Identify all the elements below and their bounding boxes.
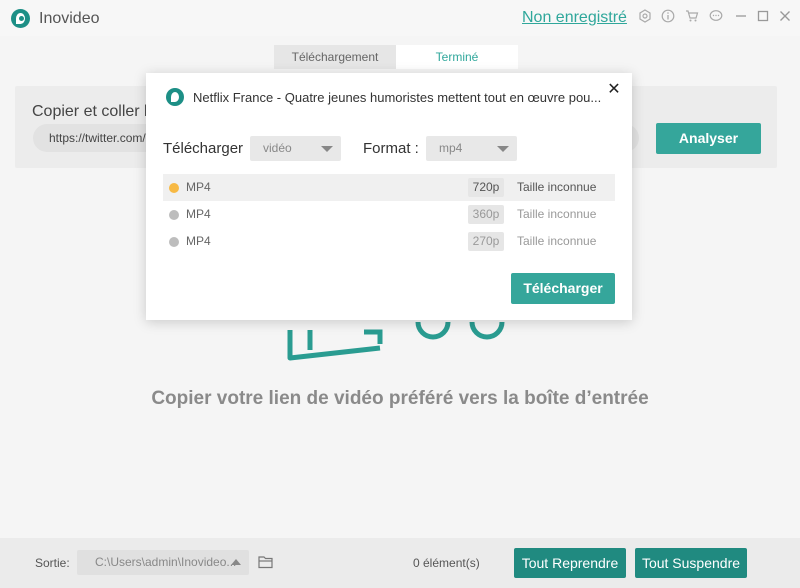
empty-state-message: Copier votre lien de vidéo préféré vers …	[151, 388, 649, 409]
option-resolution: 360p	[468, 205, 504, 224]
option-format: MP4	[186, 234, 211, 248]
folder-icon[interactable]	[258, 555, 274, 569]
quality-option[interactable]: MP4 360p Taille inconnue	[163, 201, 615, 228]
resume-all-button[interactable]: Tout Reprendre	[514, 548, 626, 578]
quality-option[interactable]: MP4 270p Taille inconnue	[163, 228, 615, 255]
option-resolution: 270p	[468, 232, 504, 251]
download-type-value: vidéo	[263, 141, 292, 155]
bottom-bar: Sortie: C:\Users\admin\Inovideo... 0 élé…	[0, 538, 800, 588]
dialog-logo-icon	[166, 88, 184, 106]
dialog-download-button[interactable]: Télécharger	[511, 273, 615, 304]
title-bar: Inovideo Non enregistré	[0, 0, 800, 36]
option-format: MP4	[186, 207, 211, 221]
info-icon[interactable]	[661, 9, 675, 23]
radio-dot-icon	[169, 237, 179, 247]
triangle-up-icon	[231, 559, 241, 565]
main-tabs: Téléchargement Terminé	[274, 45, 518, 69]
quality-options-list: MP4 720p Taille inconnue MP4 360p Taille…	[163, 174, 615, 255]
option-size: Taille inconnue	[517, 207, 597, 221]
app-logo-icon	[11, 9, 30, 28]
radio-dot-icon	[169, 183, 179, 193]
minimize-icon[interactable]	[734, 9, 748, 23]
format-value: mp4	[439, 141, 463, 155]
close-icon[interactable]	[778, 9, 792, 23]
quality-option[interactable]: MP4 720p Taille inconnue	[163, 174, 615, 201]
chat-icon[interactable]	[709, 9, 723, 23]
analyze-button[interactable]: Analyser	[656, 123, 761, 154]
dialog-title: Netflix France - Quatre jeunes humoriste…	[193, 90, 602, 105]
chevron-down-icon	[497, 146, 509, 152]
format-label: Format :	[363, 140, 419, 157]
settings-icon[interactable]	[638, 9, 652, 23]
suspend-all-button[interactable]: Tout Suspendre	[635, 548, 747, 578]
download-type-select[interactable]: vidéo	[250, 136, 341, 161]
app-title: Inovideo	[39, 10, 100, 27]
unregistered-link[interactable]: Non enregistré	[522, 9, 627, 27]
option-format: MP4	[186, 180, 211, 194]
tab-finished[interactable]: Terminé	[396, 45, 518, 69]
download-dialog: Netflix France - Quatre jeunes humoriste…	[146, 73, 632, 320]
option-resolution: 720p	[468, 178, 504, 197]
item-count: 0 élément(s)	[413, 556, 480, 570]
radio-dot-icon	[169, 210, 179, 220]
option-size: Taille inconnue	[517, 180, 597, 194]
tab-download[interactable]: Téléchargement	[274, 45, 396, 69]
download-type-label: Télécharger	[163, 140, 244, 157]
format-select[interactable]: mp4	[426, 136, 517, 161]
chevron-down-icon	[321, 146, 333, 152]
copy-paste-label: Copier et coller l'	[32, 103, 151, 120]
output-path-select[interactable]: C:\Users\admin\Inovideo...	[77, 550, 249, 575]
maximize-icon[interactable]	[756, 9, 770, 23]
option-size: Taille inconnue	[517, 234, 597, 248]
cart-icon[interactable]	[685, 9, 699, 23]
output-path-value: C:\Users\admin\Inovideo...	[95, 555, 237, 569]
dialog-close-icon[interactable]: ✕	[607, 82, 621, 98]
output-label: Sortie:	[35, 556, 70, 570]
